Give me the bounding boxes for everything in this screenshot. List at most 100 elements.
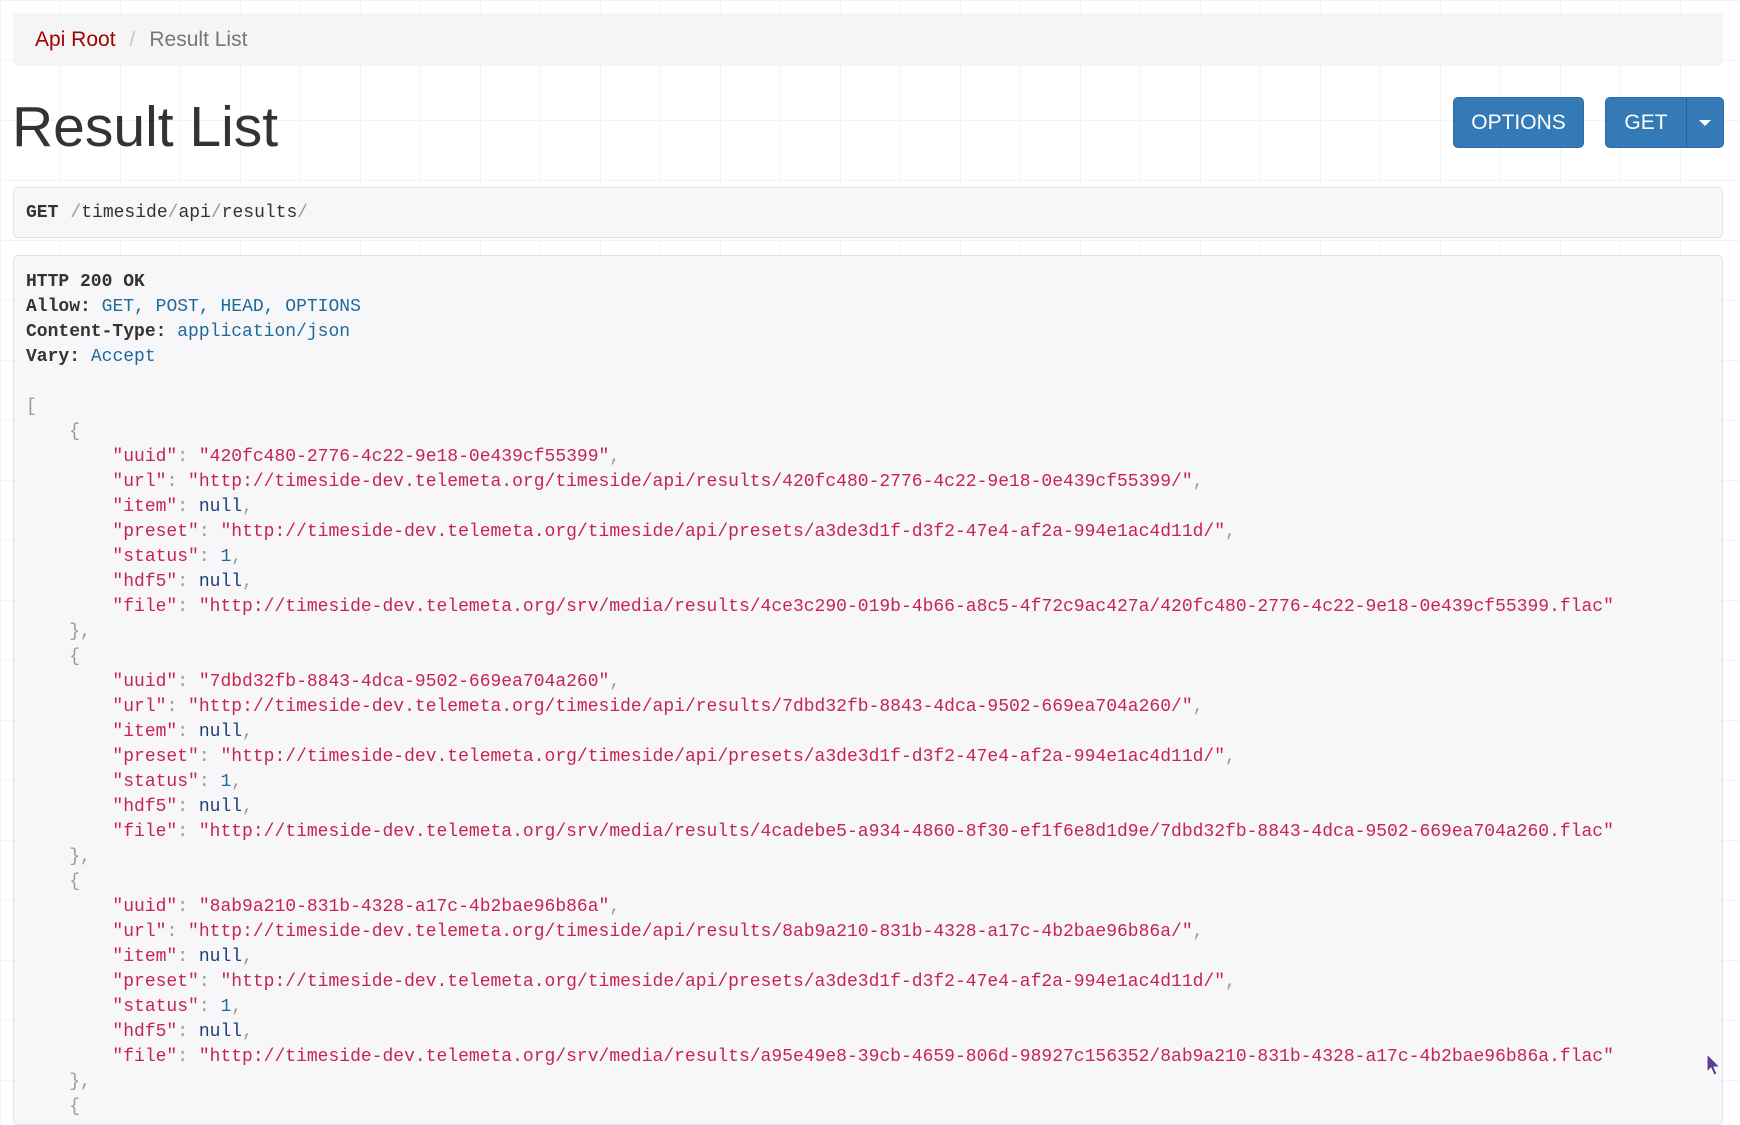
- json-punctuation: :: [177, 797, 199, 817]
- json-punctuation: ,: [242, 572, 253, 592]
- json-punctuation: :: [198, 522, 221, 542]
- json-punctuation: ,: [242, 1022, 253, 1042]
- json-punctuation: [: [26, 397, 37, 417]
- json-punctuation: :: [166, 922, 189, 942]
- json-value-preset: "http://timeside-dev.telemeta.org/timesi…: [220, 747, 1226, 767]
- response-header-name: Vary: [26, 347, 70, 367]
- json-string-content: http://timeside-dev.telemeta.org/srv/med…: [209, 822, 1604, 842]
- response-header-name: Content-Type: [26, 322, 156, 342]
- json-key-file: "file": [112, 822, 178, 842]
- json-punctuation: },: [69, 1072, 91, 1092]
- response-body: HTTP 200 OK Allow: GET, POST, HEAD, OPTI…: [13, 255, 1723, 1125]
- json-value-url: "http://timeside-dev.telemeta.org/timesi…: [188, 472, 1193, 492]
- json-key-status: "status": [112, 772, 199, 792]
- json-value-uuid: "420fc480-2776-4c22-9e18-0e439cf55399": [198, 447, 610, 467]
- json-key-uuid: "uuid": [112, 897, 178, 917]
- response-status: HTTP 200 OK: [26, 272, 145, 292]
- json-key-url: "url": [112, 472, 167, 492]
- json-punctuation: ,: [231, 547, 243, 567]
- json-key-preset: "preset": [112, 972, 199, 992]
- json-value-status: 1: [220, 772, 232, 792]
- json-value-item: null: [198, 497, 243, 517]
- json-punctuation: :: [177, 947, 199, 967]
- json-punctuation: :: [166, 697, 189, 717]
- request-path-segment: api: [178, 202, 211, 223]
- json-string-content: http://timeside-dev.telemeta.org/srv/med…: [209, 1047, 1604, 1067]
- json-punctuation: ,: [231, 997, 243, 1017]
- request-info: GET / timeside / api / results /: [13, 187, 1723, 238]
- json-string-content: http://timeside-dev.telemeta.org/timesid…: [198, 922, 1182, 942]
- json-punctuation: ,: [609, 447, 621, 467]
- json-punctuation: :: [177, 672, 199, 692]
- json-key-url: "url": [112, 922, 167, 942]
- json-key-item: "item": [112, 722, 178, 742]
- breadcrumb: Api Root / Result List: [13, 13, 1723, 66]
- json-punctuation: :: [177, 597, 199, 617]
- json-value-uuid: "8ab9a210-831b-4328-a17c-4b2bae96b86a": [198, 897, 610, 917]
- json-string-content: http://timeside-dev.telemeta.org/srv/med…: [209, 597, 1604, 617]
- page-title: Result List: [12, 95, 279, 159]
- json-punctuation: ,: [1225, 972, 1236, 992]
- json-value-uuid: "7dbd32fb-8843-4dca-9502-669ea704a260": [198, 672, 610, 692]
- json-value-preset: "http://timeside-dev.telemeta.org/timesi…: [220, 522, 1226, 542]
- response-header-value: Accept: [90, 347, 156, 367]
- mouse-cursor-icon: [1706, 1053, 1722, 1076]
- response-header-colon: :: [69, 347, 81, 367]
- json-punctuation: {: [69, 872, 81, 892]
- json-key-status: "status": [112, 997, 199, 1017]
- json-key-uuid: "uuid": [112, 447, 178, 467]
- json-key-url: "url": [112, 697, 167, 717]
- breadcrumb-api-root-link[interactable]: Api Root: [35, 28, 116, 52]
- json-value-hdf5: null: [198, 572, 243, 592]
- json-punctuation: ,: [1192, 922, 1204, 942]
- json-value-url: "http://timeside-dev.telemeta.org/timesi…: [188, 697, 1193, 717]
- json-punctuation: },: [69, 847, 91, 867]
- json-punctuation: {: [69, 647, 81, 667]
- json-punctuation: ,: [609, 897, 621, 917]
- json-punctuation: ,: [1225, 522, 1236, 542]
- request-path-segment: timeside: [81, 202, 168, 223]
- json-string-content: http://timeside-dev.telemeta.org/timesid…: [231, 522, 1215, 542]
- json-value-file: "http://timeside-dev.telemeta.org/srv/me…: [198, 597, 1614, 617]
- json-punctuation: :: [177, 897, 199, 917]
- json-punctuation: :: [177, 722, 199, 742]
- request-method: GET: [26, 202, 59, 223]
- response-header-value: application/json: [177, 322, 351, 342]
- json-string-content: http://timeside-dev.telemeta.org/timesid…: [231, 747, 1215, 767]
- json-value-file: "http://timeside-dev.telemeta.org/srv/me…: [198, 1047, 1614, 1067]
- get-format-dropdown-button[interactable]: [1686, 97, 1724, 148]
- json-punctuation: ,: [231, 772, 243, 792]
- caret-down-icon: [1699, 119, 1711, 126]
- response-header-name: Allow: [26, 297, 81, 317]
- response-header-colon: :: [80, 297, 91, 317]
- json-punctuation: :: [166, 472, 189, 492]
- json-punctuation: {: [69, 1097, 81, 1117]
- json-punctuation: :: [177, 497, 199, 517]
- json-key-status: "status": [112, 547, 199, 567]
- options-button[interactable]: OPTIONS: [1453, 97, 1584, 148]
- json-punctuation: :: [198, 547, 221, 567]
- breadcrumb-current: Result List: [149, 27, 248, 51]
- json-punctuation: ,: [1192, 472, 1204, 492]
- json-key-item: "item": [112, 947, 178, 967]
- get-button[interactable]: GET: [1605, 97, 1687, 148]
- json-punctuation: ,: [242, 947, 253, 967]
- json-punctuation: :: [177, 1047, 199, 1067]
- json-punctuation: :: [177, 572, 199, 592]
- json-key-item: "item": [112, 497, 178, 517]
- json-key-hdf5: "hdf5": [112, 1022, 178, 1042]
- json-punctuation: ,: [242, 797, 253, 817]
- json-punctuation: :: [177, 1022, 199, 1042]
- response-header-value: GET, POST, HEAD, OPTIONS: [101, 297, 361, 317]
- json-punctuation: ,: [1192, 697, 1204, 717]
- json-string-content: http://timeside-dev.telemeta.org/timesid…: [198, 697, 1182, 717]
- json-string-content: 8ab9a210-831b-4328-a17c-4b2bae96b86a: [209, 897, 599, 917]
- json-punctuation: ,: [242, 722, 253, 742]
- json-punctuation: :: [198, 997, 221, 1017]
- json-punctuation: ,: [609, 672, 621, 692]
- json-string-content: 7dbd32fb-8843-4dca-9502-669ea704a260: [209, 672, 599, 692]
- json-punctuation: :: [177, 447, 199, 467]
- json-value-hdf5: null: [198, 1022, 243, 1042]
- json-value-status: 1: [220, 997, 232, 1017]
- json-key-preset: "preset": [112, 747, 199, 767]
